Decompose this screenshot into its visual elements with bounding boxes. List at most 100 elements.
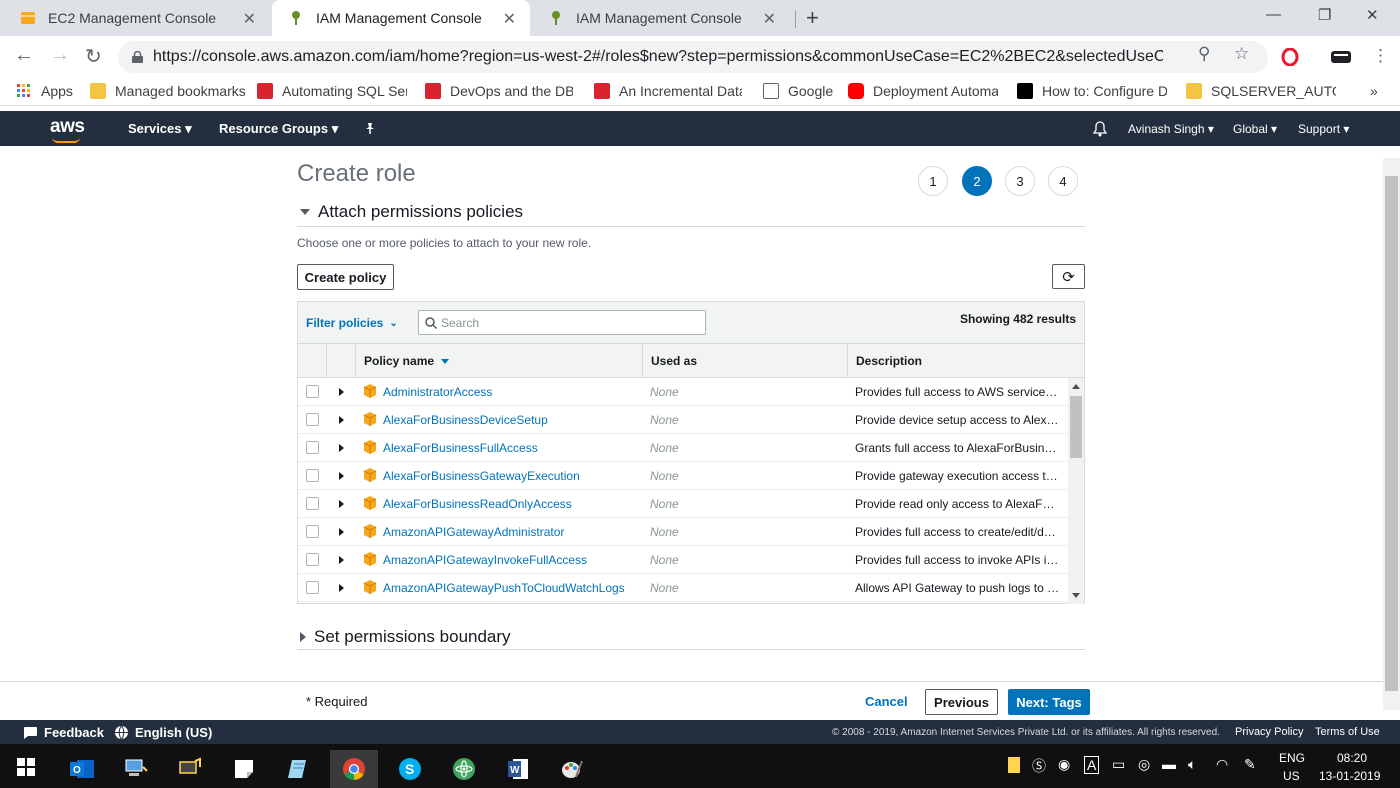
minimize-icon[interactable]: —: [1266, 6, 1281, 23]
expand-row-icon[interactable]: [339, 584, 344, 592]
permissions-boundary-section-toggle[interactable]: Set permissions boundary: [300, 627, 511, 647]
browser-tab-iam[interactable]: IAM Management Console ✕: [532, 0, 790, 36]
policy-name-link[interactable]: AmazonAPIGatewayInvokeFullAccess: [383, 553, 587, 567]
expand-row-icon[interactable]: [339, 556, 344, 564]
input-language-bottom[interactable]: US: [1283, 769, 1300, 783]
table-scrollbar[interactable]: [1068, 378, 1084, 604]
network-app[interactable]: [112, 750, 160, 788]
row-checkbox[interactable]: [306, 469, 319, 482]
row-checkbox[interactable]: [306, 581, 319, 594]
close-icon[interactable]: ✕: [243, 9, 256, 29]
bookmark-devops[interactable]: DevOps and the DBA: [425, 83, 573, 99]
scrollbar-thumb[interactable]: [1070, 396, 1082, 458]
step-4[interactable]: 4: [1048, 166, 1078, 196]
cancel-button[interactable]: Cancel: [865, 694, 908, 709]
wifi-icon[interactable]: ◠: [1216, 756, 1228, 773]
scrollbar-thumb[interactable]: [1385, 176, 1398, 691]
browser-tab-ec2[interactable]: EC2 Management Console ✕: [4, 0, 270, 36]
services-menu[interactable]: Services ▾: [128, 121, 192, 137]
row-checkbox[interactable]: [306, 497, 319, 510]
row-checkbox[interactable]: [306, 385, 319, 398]
volume-icon[interactable]: 🔈︎: [1188, 756, 1196, 773]
zoom-icon[interactable]: ⚲: [1198, 44, 1210, 64]
page-scrollbar[interactable]: [1383, 158, 1400, 710]
row-checkbox[interactable]: [306, 553, 319, 566]
address-bar[interactable]: https://console.aws.amazon.com/iam/home?…: [118, 41, 1268, 73]
aws-logo[interactable]: aws: [50, 116, 85, 138]
tray-skype-icon[interactable]: Ⓢ: [1032, 756, 1046, 776]
restore-icon[interactable]: ❐: [1318, 6, 1331, 24]
atom-app[interactable]: [440, 750, 488, 788]
close-icon[interactable]: ✕: [503, 9, 516, 29]
region-menu[interactable]: Global ▾: [1233, 122, 1277, 136]
expand-row-icon[interactable]: [339, 388, 344, 396]
search-input[interactable]: Search: [418, 310, 706, 335]
notepad-app[interactable]: [274, 750, 322, 788]
table-row[interactable]: AmazonAPIGatewayInvokeFullAccess None Pr…: [298, 546, 1068, 574]
policy-name-link[interactable]: AdministratorAccess: [383, 385, 492, 399]
terms-of-use-link[interactable]: Terms of Use: [1315, 726, 1380, 738]
table-row[interactable]: AmazonAPIGatewayAdministrator None Provi…: [298, 518, 1068, 546]
scroll-down-icon[interactable]: [1072, 593, 1080, 598]
step-3[interactable]: 3: [1005, 166, 1035, 196]
outlook-app[interactable]: O: [58, 750, 106, 788]
resource-groups-menu[interactable]: Resource Groups ▾: [219, 121, 338, 137]
attach-policies-section-toggle[interactable]: Attach permissions policies: [300, 202, 523, 222]
forward-icon[interactable]: →: [50, 44, 70, 67]
extension-icon[interactable]: [1330, 48, 1352, 66]
pen-icon[interactable]: ✎: [1244, 756, 1256, 773]
bookmarks-overflow-icon[interactable]: »: [1370, 83, 1378, 99]
input-language-top[interactable]: ENG: [1279, 751, 1305, 765]
clock-time[interactable]: 08:20: [1337, 751, 1367, 765]
sticky-notes-app[interactable]: [220, 750, 268, 788]
tray-device-icon[interactable]: ▭: [1112, 756, 1125, 773]
privacy-policy-link[interactable]: Privacy Policy: [1235, 726, 1303, 738]
column-policy-name[interactable]: Policy name: [355, 344, 642, 378]
expand-row-icon[interactable]: [339, 444, 344, 452]
paint-app[interactable]: [548, 750, 596, 788]
policy-name-link[interactable]: AlexaForBusinessDeviceSetup: [383, 413, 548, 427]
pin-icon[interactable]: [364, 122, 376, 135]
create-policy-button[interactable]: Create policy: [297, 264, 394, 290]
support-menu[interactable]: Support ▾: [1298, 122, 1349, 136]
window-close-icon[interactable]: ✕: [1366, 6, 1379, 24]
bookmark-star-icon[interactable]: ☆: [1234, 44, 1249, 64]
account-menu[interactable]: Avinash Singh ▾: [1128, 122, 1214, 136]
close-icon[interactable]: ✕: [763, 9, 776, 29]
table-row[interactable]: AlexaForBusinessFullAccess None Grants f…: [298, 434, 1068, 462]
bookmark-apps[interactable]: Apps: [16, 83, 73, 99]
chrome-app[interactable]: [330, 750, 378, 788]
table-row[interactable]: AdministratorAccess None Provides full a…: [298, 378, 1068, 406]
bookmark-managed[interactable]: Managed bookmarks: [90, 83, 246, 99]
bell-icon[interactable]: [1093, 121, 1107, 137]
policy-name-link[interactable]: AlexaForBusinessReadOnlyAccess: [383, 497, 572, 511]
bookmark-incremental[interactable]: An Incremental Datal: [594, 83, 742, 99]
next-tags-button[interactable]: Next: Tags: [1008, 689, 1090, 715]
bookmark-sqlserver[interactable]: SQLSERVER_AUTOMA: [1186, 83, 1336, 99]
policy-name-link[interactable]: AlexaForBusinessFullAccess: [383, 441, 538, 455]
refresh-button[interactable]: ⟳: [1052, 264, 1085, 289]
step-1[interactable]: 1: [918, 166, 948, 196]
word-app[interactable]: W: [494, 750, 542, 788]
reload-icon[interactable]: ↻: [85, 44, 102, 69]
row-checkbox[interactable]: [306, 525, 319, 538]
column-description[interactable]: Description: [847, 344, 1084, 378]
policy-name-link[interactable]: AmazonAPIGatewayAdministrator: [383, 525, 564, 539]
filter-policies-dropdown[interactable]: Filter policies ⌄: [306, 316, 398, 330]
battery-icon[interactable]: ▬: [1162, 756, 1176, 772]
clock-date[interactable]: 13-01-2019: [1319, 769, 1380, 783]
table-row[interactable]: AlexaForBusinessGatewayExecution None Pr…: [298, 462, 1068, 490]
expand-row-icon[interactable]: [339, 500, 344, 508]
browser-tab-iam-active[interactable]: IAM Management Console ✕: [272, 0, 530, 36]
table-row[interactable]: AlexaForBusinessReadOnlyAccess None Prov…: [298, 490, 1068, 518]
policy-name-link[interactable]: AmazonAPIGatewayPushToCloudWatchLogs: [383, 581, 625, 595]
previous-button[interactable]: Previous: [925, 689, 998, 715]
back-icon[interactable]: ←: [14, 44, 34, 67]
bookmark-how-to[interactable]: How to: Configure De: [1017, 83, 1167, 99]
expand-row-icon[interactable]: [339, 528, 344, 536]
feedback-button[interactable]: Feedback: [22, 725, 104, 740]
expand-row-icon[interactable]: [339, 416, 344, 424]
table-row[interactable]: AlexaForBusinessDeviceSetup None Provide…: [298, 406, 1068, 434]
table-row[interactable]: AmazonAPIGatewayPushToCloudWatchLogs Non…: [298, 574, 1068, 602]
scroll-up-icon[interactable]: [1072, 384, 1080, 389]
